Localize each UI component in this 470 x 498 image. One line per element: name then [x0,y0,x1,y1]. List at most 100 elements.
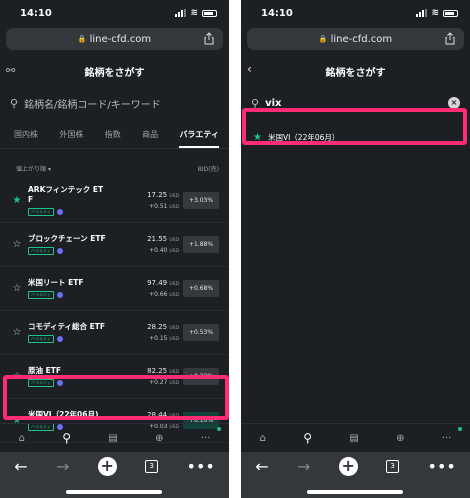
home-icon[interactable]: ⌂ [19,433,25,444]
favorite-star-icon[interactable]: ☆ [10,283,24,294]
search-placeholder: 銘柄名/銘柄コード/キーワード [24,99,161,111]
lock-icon: 🔒 [318,35,328,43]
tab-domestic[interactable]: 国内株 [14,129,38,140]
more-icon[interactable]: ··· [442,433,452,444]
instrument-name-line1: ブロックチェーン ETF [28,234,106,243]
news-icon[interactable]: ▤ [349,433,358,444]
tab-index[interactable]: 指数 [105,129,121,140]
bid-price: 97.49 USD [133,279,179,287]
signal-icon [175,9,187,17]
moon-icon [56,209,63,215]
tab-variety[interactable]: バラエティ [179,129,219,148]
menu-icon[interactable]: ••• [428,457,456,476]
home-indicator [66,490,162,494]
tab-commodity[interactable]: 商品 [142,129,158,140]
more-icon[interactable]: ··· [201,433,211,444]
forward-icon[interactable]: → [297,457,310,476]
app-header: ⚯ 銘柄をさがす [0,54,229,88]
currency-unit: USD [169,293,179,298]
category-tabs: 国内株 外国株 指数 商品 バラエティ [0,121,229,149]
bid-value: 28.25 [147,323,168,331]
percent-change-badge: +1.88% [183,236,219,253]
search-field[interactable]: ⚲ 銘柄名/銘柄コード/キーワード [0,88,229,118]
price-change: +0.15 USD [133,335,179,342]
price-block: 97.49 USD +0.66 USD [133,279,179,298]
search-nav-icon[interactable]: ⚲ [62,431,71,445]
search-input[interactable]: vix [265,98,442,109]
change-value: +0.66 [149,291,168,298]
status-bar: 14:10 ≋ [241,0,470,26]
share-icon[interactable] [204,32,214,45]
search-icon: ⚲ [10,96,19,110]
tab-count-button[interactable]: 3 [386,460,400,473]
address-bar[interactable]: 🔒 line-cfd.com [6,28,223,50]
instrument-name: ARKフィンテック ET F [28,185,133,205]
bid-value: 17.25 [147,191,168,199]
sort-dropdown[interactable]: 値上がり順 ▾ [16,164,51,173]
instrument-row[interactable]: ☆ ブロックチェーン ETF バラエティ 21.55 USD +0.40 USD +1.8… [0,223,229,267]
app-header: ‹ 銘柄をさがす [241,54,470,88]
notification-dot [217,427,221,431]
instrument-name-line1: ARKフィンテック ET [28,185,104,194]
notification-dot [458,427,462,431]
bid-price: 82.25 USD [133,367,179,375]
news-icon[interactable]: ▤ [108,433,117,444]
left-screen: 14:10 ≋ 🔒 line-cfd.com ⚯ 銘柄をさがす ⚲ 銘柄名/銘柄… [0,0,229,498]
instrument-tags: バラエティ [28,291,133,299]
favorite-star-icon[interactable]: ☆ [10,327,24,338]
bid-price: 21.55 USD [133,235,179,243]
instrument-name: ブロックチェーン ETF [28,234,133,244]
bid-price: 28.25 USD [133,323,179,331]
new-tab-icon[interactable]: + [338,457,358,476]
currency-unit: USD [169,326,179,331]
favorite-star-icon[interactable]: ★ [10,195,24,206]
globe-icon[interactable]: ⊕ [396,433,404,444]
currency-unit: USD [169,249,179,254]
instrument-tags: バラエティ [28,247,133,255]
bid-price: 17.25 USD [133,191,179,199]
share-icon[interactable] [445,32,455,45]
forward-icon[interactable]: → [56,457,69,476]
instrument-name-line1: 米国リート ETF [28,278,84,287]
instrument-name: 米国リート ETF [28,278,133,288]
right-screen: 14:10 ≋ 🔒 line-cfd.com ‹ 銘柄をさがす ⚲ vix × … [241,0,470,498]
battery-icon [202,9,217,17]
new-tab-icon[interactable]: + [97,457,117,476]
back-chevron-icon[interactable]: ‹ [247,62,252,76]
globe-icon[interactable]: ⊕ [155,433,163,444]
instrument-info: ブロックチェーン ETF バラエティ [24,234,133,255]
currency-unit: USD [169,205,179,210]
back-icon[interactable]: ← [255,457,268,476]
tab-count-button[interactable]: 3 [145,460,159,473]
address-bar[interactable]: 🔒 line-cfd.com [247,28,464,50]
tab-foreign[interactable]: 外国株 [59,129,83,140]
highlight-frame [3,375,229,420]
instrument-row[interactable]: ☆ 米国リート ETF バラエティ 97.49 USD +0.66 USD +0.68% [0,267,229,311]
currency-unit: USD [169,282,179,287]
market-icon[interactable]: ⚯ [6,64,15,77]
moon-icon [56,292,63,298]
change-value: +0.40 [149,247,168,254]
price-change: +0.51 USD [133,203,179,210]
home-icon[interactable]: ⌂ [260,433,266,444]
home-indicator [307,490,403,494]
status-icons: ≋ [175,8,217,18]
percent-change-badge: +0.53% [183,324,219,341]
wifi-icon: ≋ [431,8,439,18]
instrument-row[interactable]: ★ ARKフィンテック ET F バラエティ 17.25 USD +0.51 USD +3.… [0,179,229,223]
instrument-tags: バラエティ [28,335,133,343]
price-block: 28.25 USD +0.15 USD [133,323,179,342]
instrument-row[interactable]: ☆ コモディティ総合 ETF バラエティ 28.25 USD +0.15 USD +0.5… [0,311,229,355]
moon-icon [56,336,63,342]
favorite-star-icon[interactable]: ☆ [10,239,24,250]
percent-change-badge: +3.03% [183,192,219,209]
sort-label: 値上がり順 [16,165,47,173]
category-badge: バラエティ [28,208,54,216]
category-badge: バラエティ [28,247,54,255]
bid-value: 21.55 [147,235,168,243]
search-nav-icon[interactable]: ⚲ [303,431,312,445]
highlight-frame [242,108,467,145]
menu-icon[interactable]: ••• [187,457,215,476]
change-value: +0.51 [149,203,168,210]
back-icon[interactable]: ← [14,457,27,476]
